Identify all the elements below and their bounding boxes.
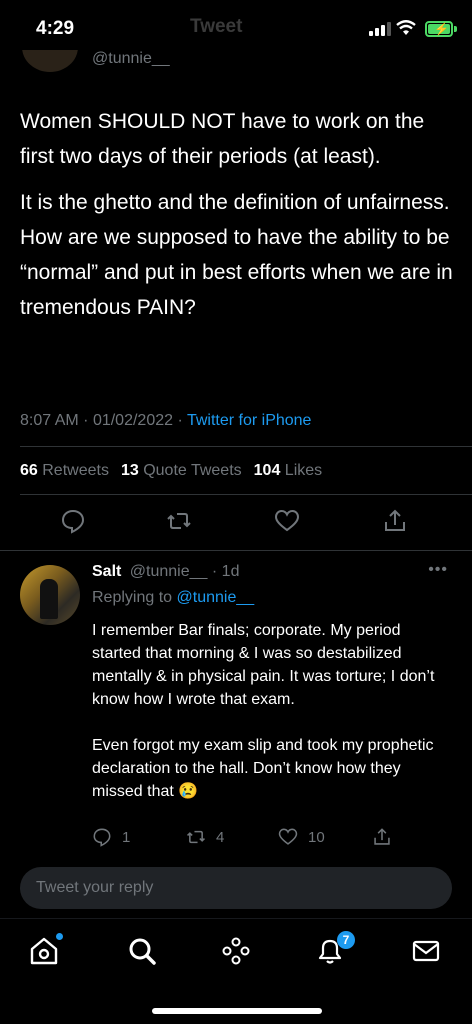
like-icon (278, 828, 298, 845)
tweet-date: 01/02/2022 (92, 412, 174, 429)
retweets-stat[interactable]: 66 Retweets (20, 462, 109, 480)
header-title: Tweet (190, 16, 243, 37)
status-time: 4:29 (36, 18, 75, 39)
reply-input[interactable]: Tweet your reply (20, 867, 452, 909)
search-icon[interactable] (126, 935, 158, 967)
retweet-icon (186, 830, 206, 844)
reply-action-bar: 1 4 10 (92, 827, 412, 849)
tweet-body: Women SHOULD NOT have to work on the fir… (20, 104, 460, 336)
tweet-meta: 8:07 AM · 01/02/2022 · Twitter for iPhon… (20, 412, 312, 429)
reply-author-name[interactable]: Salt (92, 563, 121, 580)
replying-to: Replying to @tunnie__ (92, 589, 255, 606)
retweet-icon[interactable] (166, 508, 192, 534)
cellular-signal-icon (369, 22, 391, 36)
more-options-icon[interactable]: ••• (428, 561, 448, 579)
author-handle[interactable]: @tunnie__ (92, 50, 170, 68)
home-unread-dot (56, 933, 63, 940)
messages-envelope-icon[interactable] (410, 935, 442, 967)
notifications-badge: 7 (337, 931, 355, 949)
tweet-paragraph: It is the ghetto and the definition of u… (20, 191, 453, 319)
reply-paragraph: Even forgot my exam slip and took my pro… (92, 737, 434, 800)
spaces-icon[interactable] (220, 935, 252, 967)
wifi-icon (396, 20, 416, 35)
reply-like-button[interactable]: 10 (278, 827, 325, 847)
quote-tweets-stat[interactable]: 13 Quote Tweets (121, 462, 242, 480)
reply-tweet[interactable]: Salt @tunnie__ · 1d ••• Replying to @tun… (0, 550, 472, 860)
reply-count: 1 (122, 828, 131, 846)
reply-reply-button[interactable]: 1 (92, 827, 130, 847)
replying-to-mention[interactable]: @tunnie__ (177, 589, 255, 606)
retweet-count: 4 (216, 828, 225, 846)
home-icon[interactable] (28, 935, 60, 967)
avatar[interactable] (20, 565, 80, 625)
like-count: 10 (308, 828, 325, 846)
share-icon[interactable] (382, 508, 408, 534)
likes-stat[interactable]: 104 Likes (254, 462, 323, 480)
tweet-stats: 66 Retweets 13 Quote Tweets 104 Likes (20, 462, 322, 480)
reply-icon[interactable] (60, 508, 86, 534)
tweet-action-bar (0, 504, 472, 540)
like-icon[interactable] (274, 508, 300, 534)
tweet-time: 8:07 AM (20, 412, 79, 429)
reply-age: · 1d (211, 563, 240, 580)
reply-paragraph: I remember Bar finals; corporate. My per… (92, 622, 435, 708)
tweet-paragraph: Women SHOULD NOT have to work on the fir… (20, 110, 425, 168)
reply-icon (93, 828, 111, 847)
reply-author-handle[interactable]: @tunnie__ (130, 563, 208, 580)
tweet-author-header[interactable]: @tunnie__ (0, 50, 472, 76)
divider (20, 494, 472, 495)
reply-share-button[interactable] (372, 827, 392, 847)
tweet-source-link[interactable]: Twitter for iPhone (187, 412, 312, 429)
home-indicator (152, 1008, 322, 1014)
reply-body: I remember Bar finals; corporate. My per… (92, 619, 452, 826)
share-icon (374, 828, 390, 845)
reply-header: Salt @tunnie__ · 1d (92, 563, 239, 581)
reply-input-placeholder: Tweet your reply (36, 879, 154, 896)
bottom-tab-bar: 7 (0, 918, 472, 988)
divider (20, 446, 472, 447)
battery-icon: ⚡ (425, 21, 453, 37)
reply-retweet-button[interactable]: 4 (186, 827, 224, 847)
author-avatar[interactable] (22, 50, 78, 72)
